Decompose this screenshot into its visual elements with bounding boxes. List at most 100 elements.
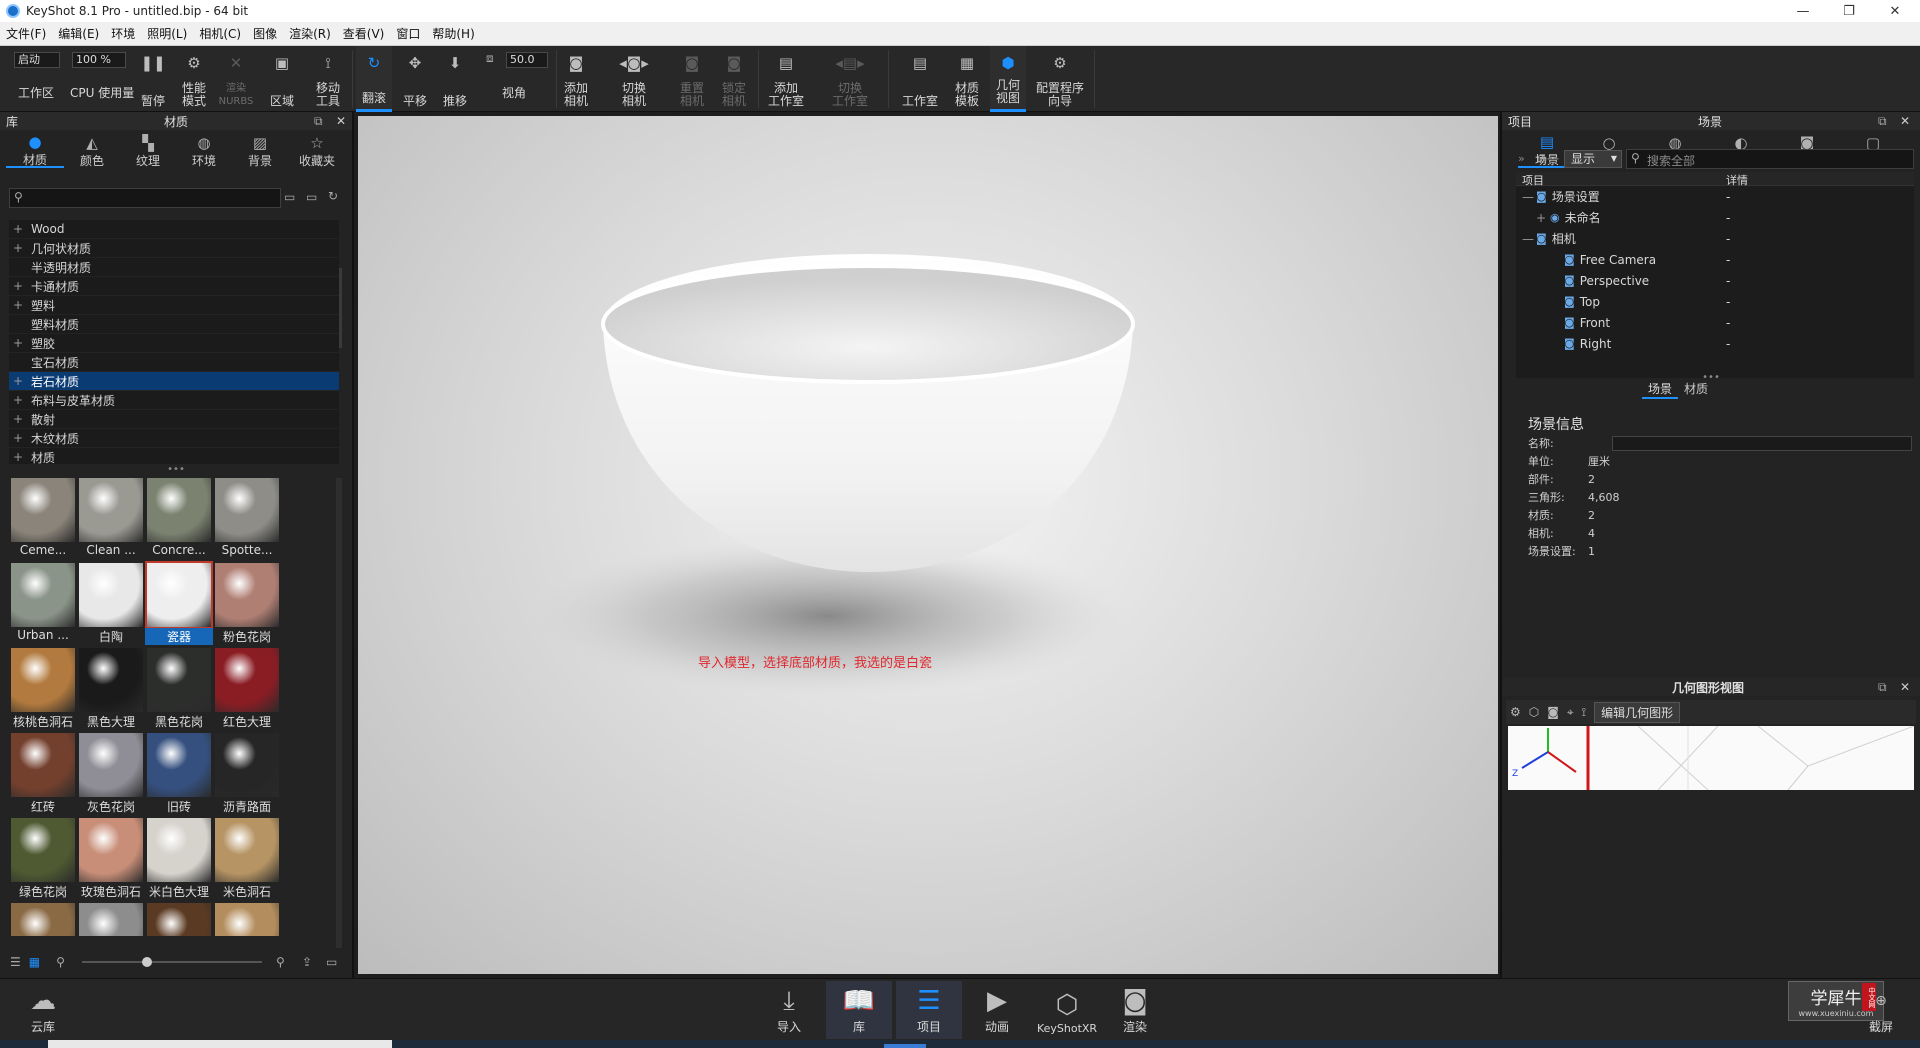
tab-materials[interactable]: ● 材质 [6,133,64,168]
close-panel-icon[interactable]: ✕ [1900,114,1910,128]
start-select[interactable]: 启动 [14,52,60,68]
expand-icon[interactable]: + [9,450,27,464]
menu-image[interactable]: 图像 [247,25,283,42]
tree-item[interactable]: + 卡通材质 [9,277,339,296]
render-viewport[interactable]: 导入模型，选择底部材质，我选的是白瓷 [358,116,1498,974]
scene-tool-icon[interactable]: ⧉ [1538,152,1547,167]
tree-item[interactable]: + Wood [9,220,339,239]
scene-tree-row[interactable]: — ◙ 相机 - [1516,228,1914,249]
geometry-view-button[interactable]: ⬢ 几何 视图 [990,46,1026,112]
taskbar-search[interactable] [48,1040,392,1048]
tree-item[interactable]: + 几何状材质 [9,239,339,258]
expand-icon[interactable]: — [1522,190,1536,204]
tab-backgrounds[interactable]: ▨ 背景 [232,134,288,168]
library-button[interactable]: 📖 库 [826,981,892,1039]
menu-file[interactable]: 文件(F) [0,25,52,42]
tree-item[interactable]: + 木纹材质 [9,429,339,448]
expand-icon[interactable]: + [9,279,27,293]
move-tool-button[interactable]: ⟟ 移动 工具 [310,46,346,112]
undock-icon[interactable]: ⧉ [1878,114,1887,129]
close-button[interactable]: ✕ [1872,0,1918,22]
material-thumbnail[interactable]: 黑色花岗 [145,646,213,730]
tree-item[interactable]: + 岩石材质 [9,372,339,391]
tumble-button[interactable]: ↻ 翻滚 [356,46,392,112]
folder-open-icon[interactable]: ▭ [306,190,317,204]
material-thumbnail[interactable]: 红砖 [9,731,77,815]
expand-icon[interactable]: — [1522,232,1536,246]
material-thumbnail[interactable]: 旧砖 [145,731,213,815]
tree-item[interactable]: + 塑胶 [9,334,339,353]
minimize-button[interactable]: — [1780,0,1826,22]
cpu-usage-label[interactable]: CPU 使用量 [70,84,134,101]
expand-icon[interactable]: + [9,241,27,255]
menu-edit[interactable]: 编辑(E) [52,25,105,42]
render-button[interactable]: ◙ 渲染 [1102,981,1168,1039]
menu-help[interactable]: 帮助(H) [426,25,480,42]
subtab-scene[interactable]: 场景 [1642,380,1679,399]
expand-icon[interactable]: + [9,222,27,236]
pause-button[interactable]: ❚❚ 暂停 [136,46,170,112]
workspace-label[interactable]: 工作区 [18,84,54,101]
folder-icon[interactable]: ▭ [284,190,295,204]
taskbar-active-app[interactable] [884,1044,926,1048]
material-thumbnail[interactable]: 沥青路面 [213,731,281,815]
expand-icon[interactable]: + [9,393,27,407]
material-template-button[interactable]: ▦ 材质 模板 [950,46,984,112]
upload-icon[interactable]: ⇪ [302,955,312,969]
scene-name-input[interactable] [1612,436,1912,451]
tree-item[interactable]: 塑料材质 [9,315,339,334]
slider-handle[interactable] [142,957,152,967]
expand-icon[interactable]: + [9,336,27,350]
list-view-icon[interactable]: ☰ [10,955,21,969]
percent-input[interactable]: 100 % [72,52,126,68]
refresh-icon[interactable]: ↻ [328,189,338,203]
material-thumbnail[interactable] [145,901,213,936]
maximize-button[interactable]: ❐ [1826,0,1872,22]
splitter-handle[interactable]: ••• [0,465,352,475]
menu-view[interactable]: 查看(V) [337,25,391,42]
scene-tree-row[interactable]: ◙ Top - [1516,291,1914,312]
cube-icon[interactable]: ⬡ [1529,705,1539,719]
scene-tree-row[interactable]: ◙ Perspective - [1516,270,1914,291]
display-dropdown[interactable]: 显示 ▼ [1564,150,1622,168]
menu-lighting[interactable]: 照明(L) [141,25,193,42]
edit-geometry-button[interactable]: 编辑几何图形 [1594,701,1681,723]
tab-environments[interactable]: ◍ 环境 [176,134,232,168]
switch-camera-button[interactable]: ◂◙▸ 切换 相机 [608,46,660,112]
thumbnail-size-slider[interactable] [82,961,262,963]
import-folder-icon[interactable]: ▭ [326,955,337,969]
import-button[interactable]: ⤓ 导入 [756,981,822,1039]
render-nurbs-button[interactable]: ✕ 渲染 NURBS [216,46,256,112]
pan-button[interactable]: ✥ 平移 [398,46,432,112]
material-thumbnail[interactable]: 绿色花岗 [9,816,77,900]
tree-item[interactable]: 宝石材质 [9,353,339,372]
library-search-input[interactable]: ⚲ [9,188,281,208]
undock-icon[interactable]: ⧉ [314,114,323,129]
screenshot-button[interactable]: ⊕ 截屏 [1848,981,1914,1039]
tab-colors[interactable]: ◭ 颜色 [64,134,120,168]
subtab-material[interactable]: 材质 [1678,380,1714,399]
material-thumbnail[interactable]: Clean ... [77,476,145,560]
material-thumbnail[interactable]: Concre... [145,476,213,560]
scene-tree-row[interactable]: + ◉ 未命名 - [1516,207,1914,228]
add-studio-button[interactable]: ▤ 添加 工作室 [764,46,808,112]
material-thumbnail[interactable]: 红色大理 [213,646,281,730]
material-thumbnail[interactable]: 黑色大理 [77,646,145,730]
performance-mode-button[interactable]: ⚙ 性能 模式 [176,46,212,112]
material-thumbnail[interactable]: 玫瑰色洞石 [77,816,145,900]
tree-item[interactable]: + 散射 [9,410,339,429]
menu-environment[interactable]: 环境 [105,25,141,42]
scene-tree-row[interactable]: ◙ Front - [1516,312,1914,333]
switch-studio-button[interactable]: ◂▤▸ 切换 工作室 [824,46,876,112]
axis-icon[interactable]: ⟟ [1582,705,1586,720]
scene-search-input[interactable]: ⚲ 搜索全部 [1626,149,1914,169]
tree-item[interactable]: 半透明材质 [9,258,339,277]
expand-icon[interactable]: + [9,412,27,426]
menu-window[interactable]: 窗口 [390,25,426,42]
scene-tree-row[interactable]: — ◙ 场景设置 - [1516,186,1914,207]
studio-button[interactable]: ▤ 工作室 [898,46,942,112]
grid-view-icon[interactable]: ▦ [29,955,40,969]
tree-item[interactable]: + 布料与皮革材质 [9,391,339,410]
tree-item[interactable]: + 材质 [9,448,339,464]
tab-favorites[interactable]: ☆ 收藏夹 [288,134,346,168]
